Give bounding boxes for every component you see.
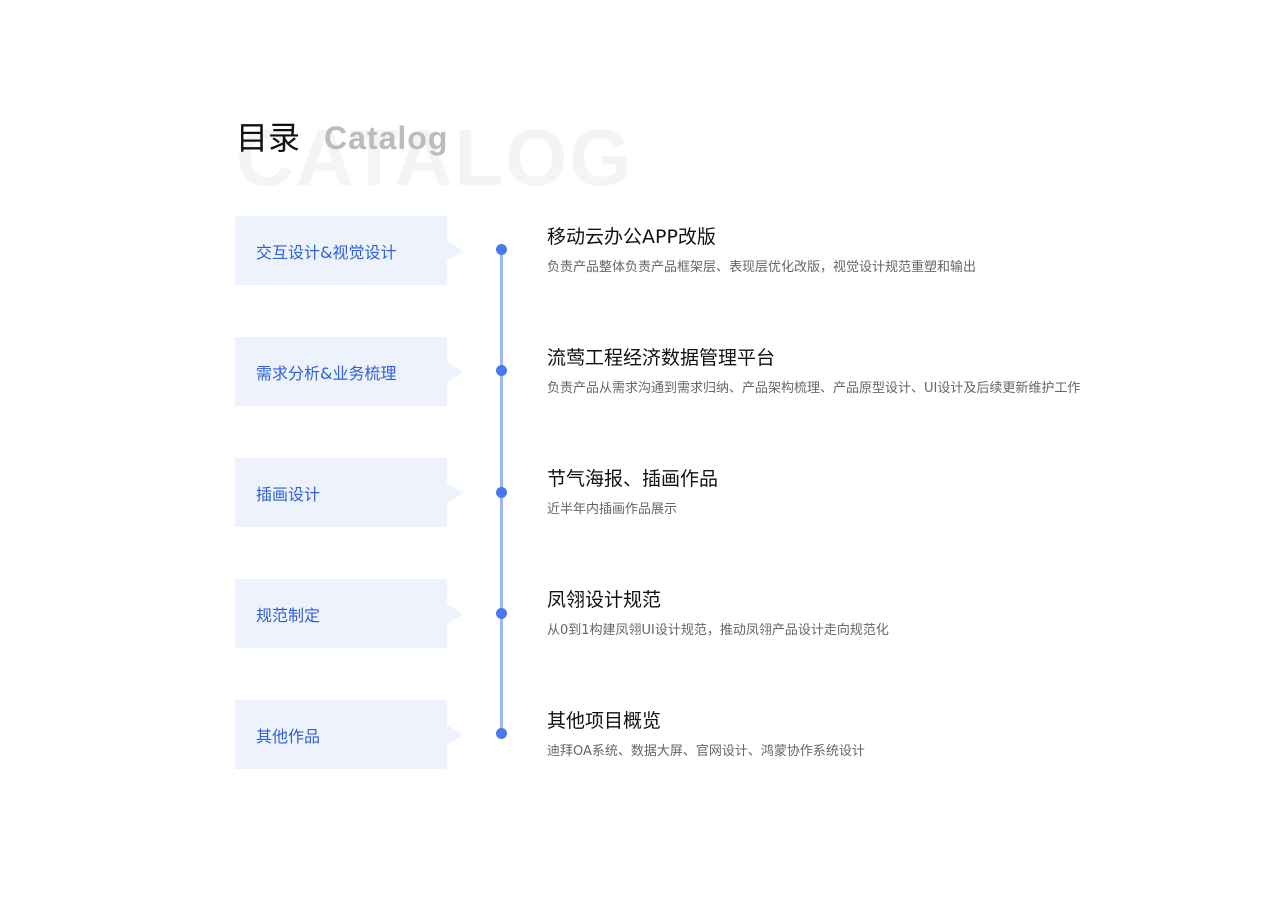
category-pointer: [447, 361, 463, 382]
category-tag-requirements[interactable]: 需求分析&业务梳理: [235, 337, 463, 406]
page-title-en: Catalog: [324, 120, 449, 156]
timeline-dot: [496, 608, 507, 619]
category-pointer: [447, 724, 463, 745]
category-label: 规范制定: [256, 605, 321, 625]
category-pointer: [447, 603, 463, 624]
timeline-dot: [496, 365, 507, 376]
project-description: 从0到1构建凤翎UI设计规范，推动凤翎产品设计走向规范化: [547, 623, 889, 638]
timeline-dot: [496, 487, 507, 498]
project-title[interactable]: 节气海报、插画作品: [547, 467, 718, 491]
catalog-page: CATALOG 目录 Catalog 交互设计&视觉设计 移动云办公APP改版 …: [0, 0, 1280, 904]
page-title: 目录 Catalog: [236, 118, 448, 158]
project-title[interactable]: 凤翎设计规范: [547, 588, 661, 612]
project-description: 负责产品整体负责产品框架层、表现层优化改版，视觉设计规范重塑和输出: [547, 260, 977, 275]
project-title[interactable]: 流莺工程经济数据管理平台: [547, 346, 775, 370]
category-pointer: [447, 240, 463, 261]
project-description: 迪拜OA系统、数据大屏、官网设计、鸿蒙协作系统设计: [547, 744, 865, 759]
category-tag-standards[interactable]: 规范制定: [235, 579, 463, 648]
category-label: 其他作品: [256, 726, 321, 746]
project-title[interactable]: 其他项目概览: [547, 709, 661, 733]
timeline-dot: [496, 244, 507, 255]
project-description: 近半年内插画作品展示: [547, 502, 678, 517]
project-description: 负责产品从需求沟通到需求归纳、产品架构梳理、产品原型设计、UI设计及后续更新维护…: [547, 381, 1081, 396]
project-title[interactable]: 移动云办公APP改版: [547, 225, 716, 249]
category-pointer: [447, 482, 463, 503]
timeline-dot: [496, 728, 507, 739]
category-tag-interaction-visual[interactable]: 交互设计&视觉设计: [235, 216, 463, 285]
category-tag-other-works[interactable]: 其他作品: [235, 700, 463, 769]
category-label: 交互设计&视觉设计: [256, 242, 397, 262]
category-label: 插画设计: [256, 484, 321, 504]
category-tag-illustration[interactable]: 插画设计: [235, 458, 463, 527]
category-label: 需求分析&业务梳理: [256, 363, 397, 383]
page-title-cn: 目录: [236, 119, 301, 157]
